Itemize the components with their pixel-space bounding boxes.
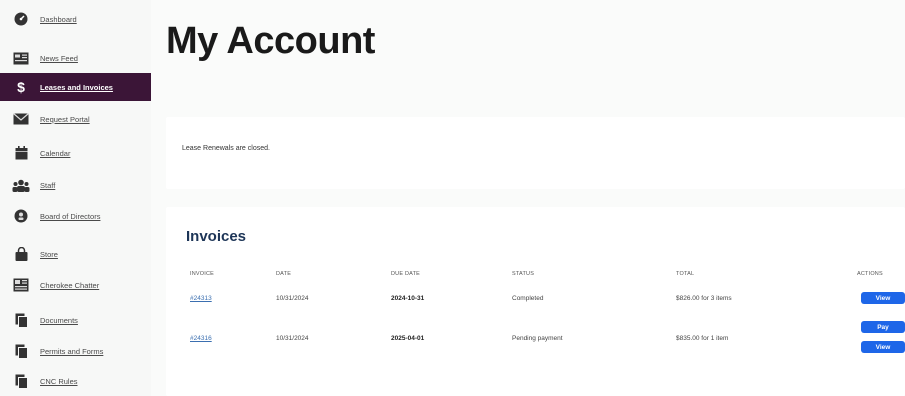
column-header-status: STATUS [512,271,535,277]
sidebar-item-board-of-directors[interactable]: Board of Directors [0,202,151,230]
invoice-number-link[interactable]: #24313 [190,295,212,302]
sidebar-item-label: Board of Directors [40,211,101,221]
sidebar-item-news-feed[interactable]: News Feed [0,44,151,72]
sidebar-item-calendar[interactable]: Calendar [0,139,151,167]
sidebar-item-dashboard[interactable]: Dashboard [0,5,151,33]
sidebar-item-documents[interactable]: Documents [0,306,151,334]
lease-renewal-notice-panel: Lease Renewals are closed. [166,117,905,189]
invoice-total: $826.00 for 3 items [676,295,732,302]
sidebar: Dashboard News Feed $ Leases and Invoice… [0,0,151,396]
invoice-due-date: 2025-04-01 [391,335,425,342]
pay-invoice-button[interactable]: Pay [861,321,905,333]
main-content: My Account Lease Renewals are closed. In… [151,0,905,396]
sidebar-item-label: CNC Rules [40,376,78,386]
column-header-due-date: DUE DATE [391,271,421,277]
sidebar-item-label: Leases and Invoices [40,82,113,92]
newspaper-icon [12,277,30,293]
column-header-invoice: INVOICE [190,271,215,277]
dashboard-icon [12,11,30,27]
invoice-status: Completed [512,295,544,302]
column-header-date: DATE [276,271,292,277]
sidebar-item-label: Request Portal [40,114,90,124]
sidebar-item-label: Documents [40,315,78,325]
sidebar-item-label: Staff [40,180,56,190]
sidebar-item-store[interactable]: Store [0,240,151,268]
invoices-panel: Invoices INVOICE DATE DUE DATE STATUS TO… [166,207,905,396]
page-title: My Account [166,20,375,62]
sidebar-item-label: Calendar [40,148,71,158]
lease-renewal-notice: Lease Renewals are closed. [182,145,270,152]
sidebar-item-cherokee-chatter[interactable]: Cherokee Chatter [0,271,151,299]
store-bag-icon [12,246,30,262]
column-header-total: TOTAL [676,271,695,277]
sidebar-item-label: Permits and Forms [40,346,104,356]
sidebar-item-cnc-rules[interactable]: CNC Rules [0,367,151,395]
sidebar-item-leases-and-invoices[interactable]: $ Leases and Invoices [0,73,151,101]
rules-icon [12,373,30,389]
dollar-icon: $ [17,79,25,95]
sidebar-item-request-portal[interactable]: Request Portal [0,105,151,133]
calendar-icon [12,145,30,161]
sidebar-item-permits-and-forms[interactable]: Permits and Forms [0,337,151,365]
forms-icon [12,343,30,359]
column-header-actions: ACTIONS [857,271,883,277]
invoice-total: $835.00 for 1 item [676,335,729,342]
documents-icon [12,312,30,328]
sidebar-item-label: Cherokee Chatter [40,280,100,290]
invoice-date: 10/31/2024 [276,335,309,342]
view-invoice-button[interactable]: View [861,341,905,353]
invoice-date: 10/31/2024 [276,295,309,302]
sidebar-item-staff[interactable]: Staff [0,171,151,199]
staff-icon [12,177,30,193]
invoice-number-link[interactable]: #24316 [190,335,212,342]
invoice-due-date: 2024-10-31 [391,295,425,302]
sidebar-item-label: News Feed [40,53,78,63]
news-feed-icon [12,50,30,66]
sidebar-item-label: Dashboard [40,14,77,24]
board-icon [12,208,30,224]
view-invoice-button[interactable]: View [861,292,905,304]
invoices-title: Invoices [186,228,247,245]
envelope-icon [12,111,30,127]
sidebar-item-label: Store [40,249,58,259]
invoice-status: Pending payment [512,335,563,342]
